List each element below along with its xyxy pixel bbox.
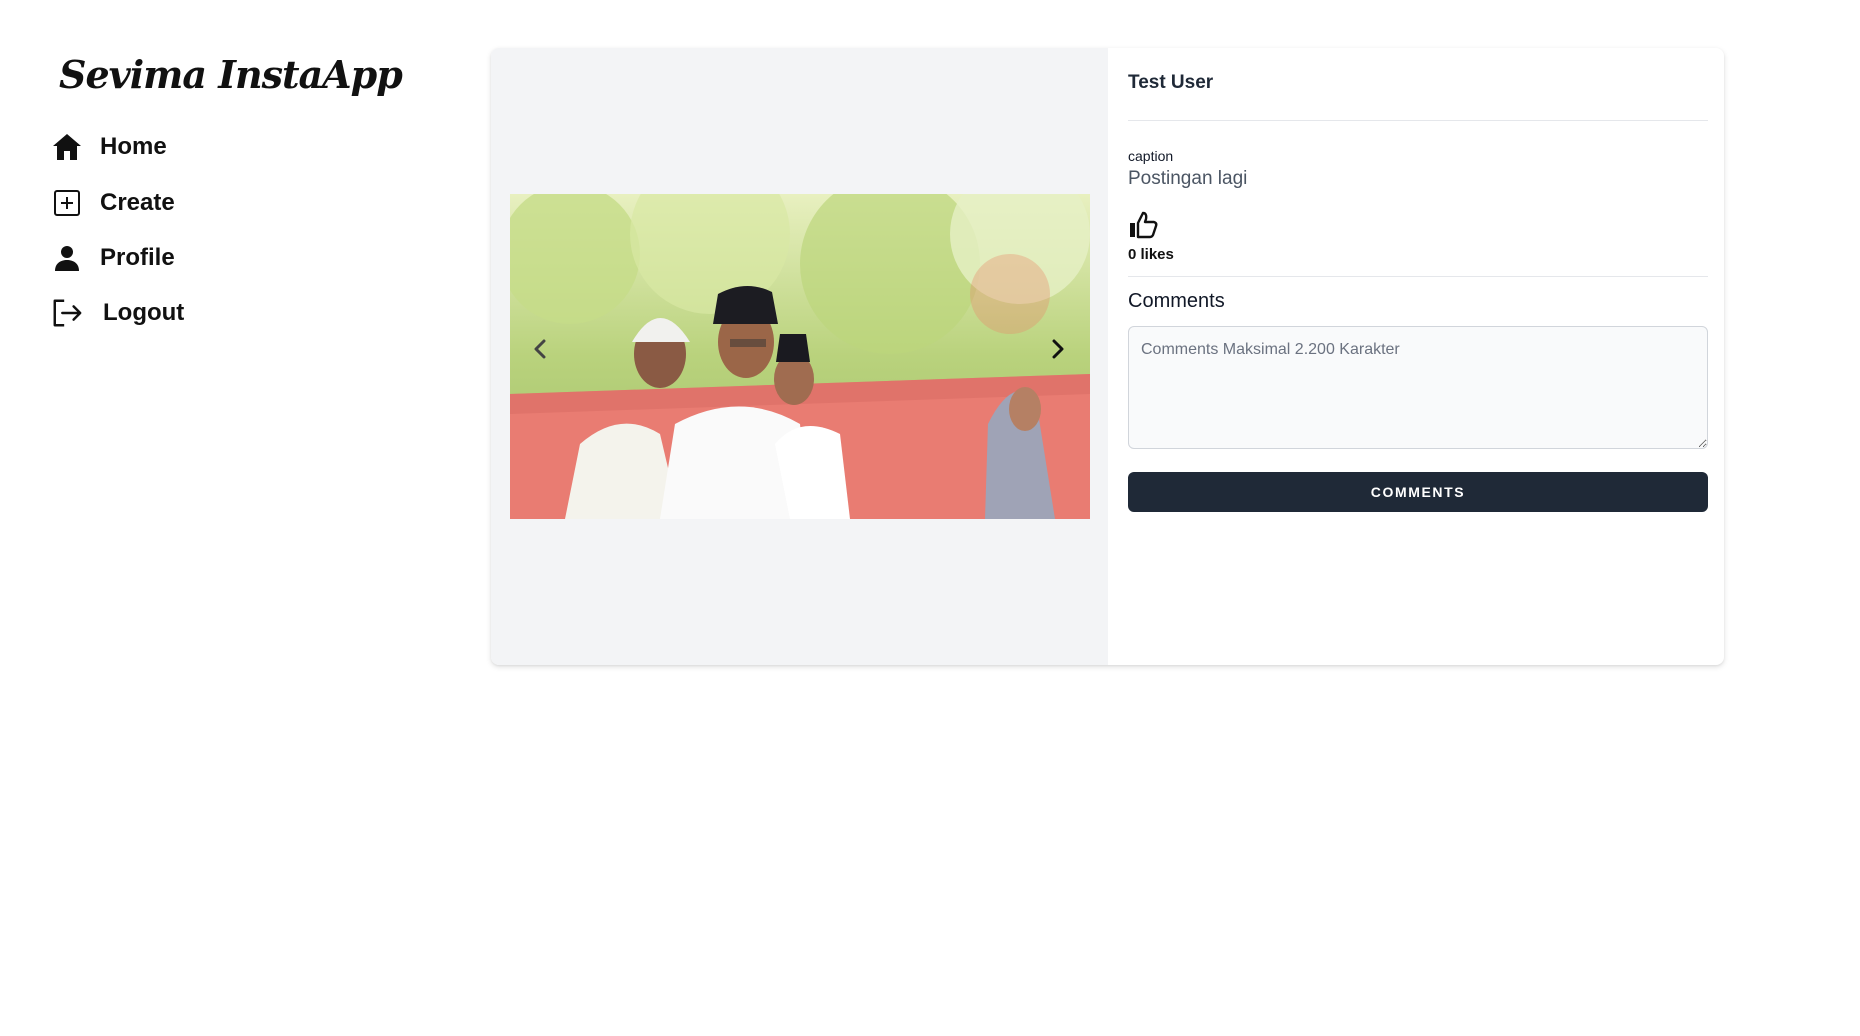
- comments-title: Comments: [1128, 290, 1225, 312]
- sidebar: Sevima InstaApp Home Create Profile Logo…: [0, 0, 470, 1036]
- like-button[interactable]: [1128, 211, 1158, 241]
- carousel-next-button[interactable]: [1040, 333, 1076, 369]
- sidebar-item-label: Home: [100, 133, 167, 160]
- sidebar-item-logout[interactable]: Logout: [51, 297, 184, 329]
- sidebar-item-profile[interactable]: Profile: [51, 242, 175, 274]
- divider: [1128, 120, 1708, 121]
- sidebar-item-create[interactable]: Create: [51, 187, 175, 219]
- comments-submit-button[interactable]: COMMENTS: [1128, 472, 1708, 512]
- sidebar-item-label: Profile: [100, 244, 175, 271]
- likes-count: 0 likes: [1128, 246, 1174, 263]
- post-details: Test User caption Postingan lagi 0 likes…: [1128, 48, 1708, 665]
- chevron-left-icon: [533, 339, 547, 364]
- post-username[interactable]: Test User: [1128, 72, 1213, 94]
- post-card: Test User caption Postingan lagi 0 likes…: [491, 48, 1724, 665]
- person-icon: [51, 242, 83, 274]
- post-media: [491, 48, 1108, 665]
- post-photo: [510, 194, 1090, 519]
- sidebar-item-home[interactable]: Home: [51, 131, 167, 163]
- logout-icon: [51, 297, 83, 329]
- sidebar-item-label: Logout: [103, 299, 185, 326]
- caption-label: caption: [1128, 148, 1174, 164]
- thumbs-up-icon: [1128, 211, 1158, 243]
- home-icon: [51, 131, 83, 163]
- comment-input[interactable]: [1128, 326, 1708, 449]
- chevron-right-icon: [1051, 339, 1065, 364]
- divider: [1128, 276, 1708, 277]
- caption-text: Postingan lagi: [1128, 168, 1248, 189]
- app-logo[interactable]: Sevima InstaApp: [59, 52, 403, 97]
- carousel-prev-button[interactable]: [522, 333, 558, 369]
- sidebar-item-label: Create: [100, 189, 175, 216]
- plus-square-icon: [51, 187, 83, 219]
